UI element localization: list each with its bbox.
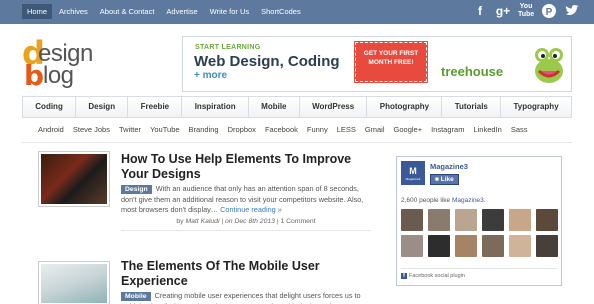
byline-prefix: by [176, 218, 184, 225]
header-divider [22, 142, 572, 143]
post-title[interactable]: The Elements Of The Mobile User Experien… [121, 259, 371, 289]
tag-link[interactable]: Funny [307, 125, 328, 134]
category-tutorials[interactable]: Tutorials [442, 97, 502, 117]
category-wordpress[interactable]: WordPress [300, 97, 368, 117]
category-inspiration[interactable]: Inspiration [182, 97, 249, 117]
ad-start-learning: START LEARNING [195, 44, 261, 51]
post-thumbnail[interactable] [38, 151, 110, 207]
facebook-box-divider [401, 268, 557, 269]
like-count-page-link[interactable]: Magazine3. [452, 197, 486, 204]
byline-separator: | [276, 218, 279, 225]
fan-avatar[interactable] [482, 209, 504, 231]
fan-avatar[interactable] [455, 235, 477, 257]
continue-reading-link[interactable]: Continue reading » [220, 205, 282, 214]
fan-avatar[interactable] [401, 209, 423, 231]
post-date: on Dec 8th 2013 [225, 218, 275, 225]
byline-separator: | [221, 218, 224, 225]
post-thumbnail[interactable] [38, 261, 110, 304]
nav-write-for-us[interactable]: Write for Us [205, 4, 254, 19]
top-bar: Home Archives About & Contact Advertise … [0, 0, 594, 24]
tag-link[interactable]: Dropbox [228, 125, 256, 134]
facebook-like-button[interactable]: ■ Like [430, 174, 459, 185]
post-thumbnail-image [41, 264, 107, 303]
post-divider [121, 230, 371, 231]
facebook-icon[interactable]: f [472, 3, 488, 19]
logo-text-blog: log [43, 62, 74, 89]
nav-about-contact[interactable]: About & Contact [95, 4, 160, 19]
nav-advertise[interactable]: Advertise [161, 4, 202, 19]
ad-brand: treehouse [441, 64, 504, 79]
youtube-icon[interactable]: You Tube [518, 3, 534, 19]
facebook-small-icon: f [401, 273, 407, 279]
fan-avatar[interactable] [509, 235, 531, 257]
tag-link[interactable]: Twitter [119, 125, 141, 134]
post-excerpt: Mobile Creating mobile user experiences … [121, 291, 371, 304]
top-nav: Home Archives About & Contact Advertise … [22, 4, 306, 19]
tag-link[interactable]: LinkedIn [473, 125, 501, 134]
tag-link[interactable]: Google+ [394, 125, 423, 134]
google-plus-icon[interactable]: g+ [495, 3, 511, 19]
ad-cta-button[interactable]: GET YOUR FIRST MONTH FREE! [354, 41, 428, 83]
like-count-number: 2,600 [401, 197, 418, 204]
svg-text:P: P [546, 7, 553, 18]
facebook-like-box: M Magazine3 Magazine3 ■ Like 2,600 peopl… [396, 156, 562, 286]
tag-link[interactable]: Steve Jobs [73, 125, 110, 134]
category-typography[interactable]: Typography [501, 97, 571, 117]
tag-link[interactable]: Sass [511, 125, 528, 134]
tag-link[interactable]: Android [38, 125, 64, 134]
fan-avatar[interactable] [482, 235, 504, 257]
ad-title: Web Design, Coding [194, 53, 340, 70]
post-thumbnail-image [41, 154, 107, 204]
treehouse-ad-banner[interactable]: START LEARNING Web Design, Coding + more… [182, 36, 572, 92]
category-design[interactable]: Design [76, 97, 129, 117]
post-excerpt: Design With an audience that only has an… [121, 184, 371, 216]
nav-archives[interactable]: Archives [54, 4, 93, 19]
fan-avatar[interactable] [428, 235, 450, 257]
category-mobile[interactable]: Mobile [249, 97, 300, 117]
fan-avatar[interactable] [509, 209, 531, 231]
category-photography[interactable]: Photography [367, 97, 443, 117]
tag-link[interactable]: LESS [337, 125, 356, 134]
category-nav: Coding Design Freebie Inspiration Mobile… [22, 96, 572, 118]
ad-more: + more [194, 70, 228, 81]
tag-links: Android Steve Jobs Twitter YouTube Brand… [38, 125, 528, 134]
tag-link[interactable]: Facebook [265, 125, 298, 134]
twitter-icon[interactable] [564, 3, 580, 19]
fan-avatar[interactable] [401, 235, 423, 257]
facebook-social-plugin-label[interactable]: f Facebook social plugin [401, 273, 465, 279]
fan-faces-grid [401, 209, 558, 257]
facebook-like-count: 2,600 people like Magazine3. [401, 197, 486, 204]
facebook-page-name[interactable]: Magazine3 [430, 162, 468, 171]
like-label: Like [440, 176, 454, 183]
page-avatar[interactable]: M Magazine3 [401, 161, 425, 185]
post-comments-link[interactable]: 1 Comment [280, 218, 315, 225]
avatar-letter: M [409, 166, 417, 176]
fan-avatar[interactable] [455, 209, 477, 231]
post-title[interactable]: How To Use Help Elements To Improve Your… [121, 152, 371, 182]
tag-link[interactable]: Instagram [431, 125, 464, 134]
fan-avatar[interactable] [536, 209, 558, 231]
like-count-text: people like [419, 197, 451, 204]
tag-link[interactable]: Gmail [365, 125, 385, 134]
fan-avatar[interactable] [536, 235, 558, 257]
post-category-badge[interactable]: Design [121, 185, 152, 194]
frog-mascot-icon [535, 48, 563, 83]
category-freebie[interactable]: Freebie [128, 97, 183, 117]
social-links: f g+ You Tube P [472, 3, 580, 19]
logo-letter-b: b [24, 59, 45, 92]
post-excerpt-text: Creating mobile user experiences that de… [121, 291, 361, 304]
fan-avatar[interactable] [428, 209, 450, 231]
plugin-label-text: Facebook social plugin [409, 273, 465, 279]
post-category-badge[interactable]: Mobile [121, 292, 151, 301]
post-byline: by Matt Kaludi | on Dec 8th 2013 | 1 Com… [121, 218, 371, 225]
nav-home[interactable]: Home [22, 4, 53, 19]
post-author[interactable]: Matt Kaludi [185, 218, 219, 225]
site-logo[interactable]: d esign b log [22, 37, 122, 92]
tag-link[interactable]: Branding [189, 125, 219, 134]
category-coding[interactable]: Coding [23, 97, 77, 117]
pinterest-icon[interactable]: P [541, 3, 557, 19]
nav-shortcodes[interactable]: ShortCodes [256, 4, 306, 19]
tag-link[interactable]: YouTube [150, 125, 179, 134]
avatar-subtext: Magazine3 [405, 177, 421, 181]
